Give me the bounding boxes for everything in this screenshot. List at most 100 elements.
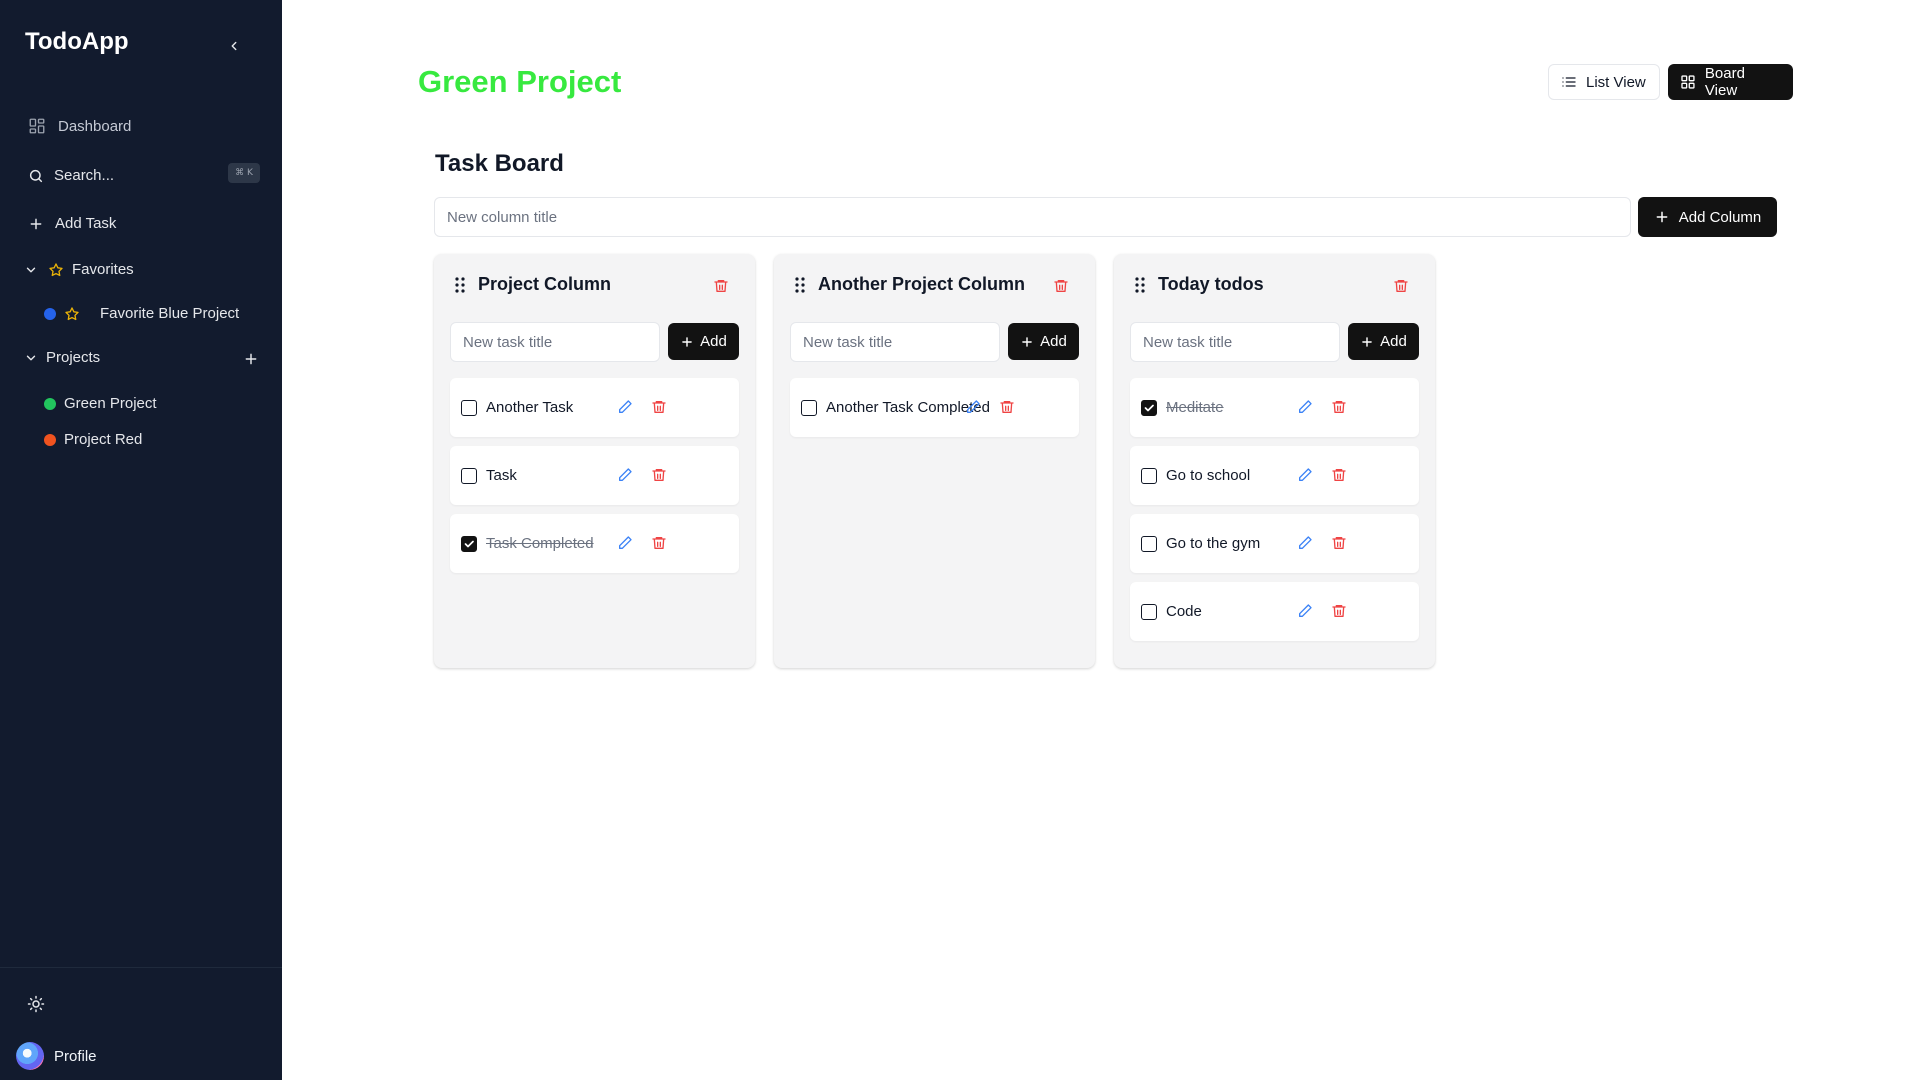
delete-task-button[interactable] (998, 398, 1016, 416)
sidebar-item-green-project[interactable]: Green Project (44, 395, 157, 412)
check-icon (464, 540, 474, 548)
star-icon (49, 262, 63, 276)
delete-task-button[interactable] (650, 398, 668, 416)
list-view-label: List View (1586, 73, 1646, 91)
add-column-label: Add Column (1678, 208, 1762, 226)
column-header: Project Column (452, 274, 611, 295)
new-task-input[interactable] (790, 322, 1000, 362)
add-task-button[interactable]: Add (668, 323, 739, 360)
task-checkbox[interactable] (461, 468, 477, 484)
sidebar-search[interactable]: Search... (28, 167, 114, 184)
delete-task-button[interactable] (650, 534, 668, 552)
task-card[interactable]: Go to the gym (1130, 514, 1419, 573)
sidebar-add-task[interactable]: Add Task (28, 215, 116, 232)
edit-task-button[interactable] (1296, 398, 1314, 416)
pencil-icon (967, 400, 980, 413)
task-checkbox[interactable] (1141, 468, 1157, 484)
add-project-button[interactable] (242, 350, 260, 368)
task-checkbox[interactable] (461, 536, 477, 552)
delete-column-button[interactable] (1391, 276, 1411, 296)
project-label: Green Project (64, 395, 157, 412)
theme-toggle-button[interactable] (24, 992, 48, 1016)
collapse-sidebar-button[interactable] (222, 34, 246, 58)
task-title: Another Task (486, 399, 574, 416)
trash-icon (1332, 469, 1346, 481)
column-header: Today todos (1132, 274, 1264, 295)
add-task-button[interactable]: Add (1008, 323, 1079, 360)
profile-label: Profile (54, 1047, 97, 1065)
task-checkbox[interactable] (1141, 400, 1157, 416)
new-task-input[interactable] (1130, 322, 1340, 362)
chevron-down-icon (26, 355, 36, 360)
plus-icon (1362, 336, 1372, 347)
delete-task-button[interactable] (1330, 602, 1348, 620)
delete-column-button[interactable] (711, 276, 731, 296)
task-checkbox[interactable] (461, 400, 477, 416)
edit-task-button[interactable] (616, 398, 634, 416)
trash-icon (1332, 605, 1346, 617)
favorite-project-label: Favorite Blue Project (100, 305, 240, 322)
task-title: Task Completed (486, 535, 594, 552)
task-card[interactable]: Task (450, 446, 739, 505)
project-label: Project Red (64, 431, 143, 448)
task-checkbox[interactable] (1141, 604, 1157, 620)
trash-icon (1000, 401, 1014, 413)
task-card[interactable]: Task Completed (450, 514, 739, 573)
pencil-icon (1299, 400, 1312, 413)
new-column-input[interactable] (434, 197, 1631, 237)
delete-task-button[interactable] (1330, 466, 1348, 484)
task-title: Go to the gym (1166, 535, 1261, 552)
delete-task-button[interactable] (650, 466, 668, 484)
pencil-icon (1299, 604, 1312, 617)
new-task-input[interactable] (450, 322, 660, 362)
add-task-button[interactable]: Add (1348, 323, 1419, 360)
task-card[interactable]: Meditate (1130, 378, 1419, 437)
board-column: Today todos Add Meditate Go to school Go to … (1114, 254, 1435, 668)
column-drag-handle[interactable] (792, 275, 808, 295)
search-icon (29, 169, 43, 182)
favorites-label: Favorites (72, 261, 134, 278)
column-title: Project Column (478, 274, 612, 294)
column-drag-handle[interactable] (452, 275, 468, 295)
page-title: Green Project (418, 64, 622, 99)
plus-icon (682, 336, 692, 347)
task-card[interactable]: Another Task Completed (790, 378, 1079, 437)
task-checkbox[interactable] (801, 400, 817, 416)
drag-handle-icon (1135, 276, 1145, 293)
delete-column-button[interactable] (1051, 276, 1071, 296)
trash-icon (1332, 537, 1346, 549)
column-drag-handle[interactable] (1132, 275, 1148, 295)
edit-task-button[interactable] (1296, 602, 1314, 620)
column-header: Another Project Column (792, 274, 1025, 295)
edit-task-button[interactable] (1296, 466, 1314, 484)
task-card[interactable]: Another Task (450, 378, 739, 437)
delete-task-button[interactable] (1330, 534, 1348, 552)
edit-task-button[interactable] (616, 534, 634, 552)
project-color-dot (44, 397, 56, 410)
trash-icon (652, 469, 666, 481)
sidebar-projects-toggle[interactable]: Projects (24, 349, 100, 366)
sidebar-favorites-toggle[interactable]: Favorites (24, 261, 134, 278)
board-view-button[interactable]: Board View (1668, 64, 1793, 100)
profile-button[interactable]: Profile (16, 1042, 97, 1070)
task-checkbox[interactable] (1141, 536, 1157, 552)
edit-task-button[interactable] (964, 398, 982, 416)
plus-icon (30, 218, 42, 229)
sidebar-item-favorite-blue-project[interactable]: Favorite Blue Project (44, 305, 239, 322)
trash-icon (1054, 280, 1068, 292)
add-task-button-label: Add (1380, 333, 1407, 350)
trash-icon (1394, 280, 1408, 292)
drag-handle-icon (455, 276, 465, 293)
delete-task-button[interactable] (1330, 398, 1348, 416)
list-icon (1562, 77, 1576, 87)
add-column-button[interactable]: Add Column (1638, 197, 1777, 237)
edit-task-button[interactable] (616, 466, 634, 484)
task-card[interactable]: Code (1130, 582, 1419, 641)
sidebar-item-dashboard[interactable]: Dashboard (28, 117, 131, 135)
edit-task-button[interactable] (1296, 534, 1314, 552)
sidebar-item-project-red[interactable]: Project Red (44, 431, 142, 448)
task-card[interactable]: Go to school (1130, 446, 1419, 505)
list-view-button[interactable]: List View (1548, 64, 1660, 100)
task-title: Task (486, 467, 517, 484)
add-task-button-label: Add (1040, 333, 1067, 350)
